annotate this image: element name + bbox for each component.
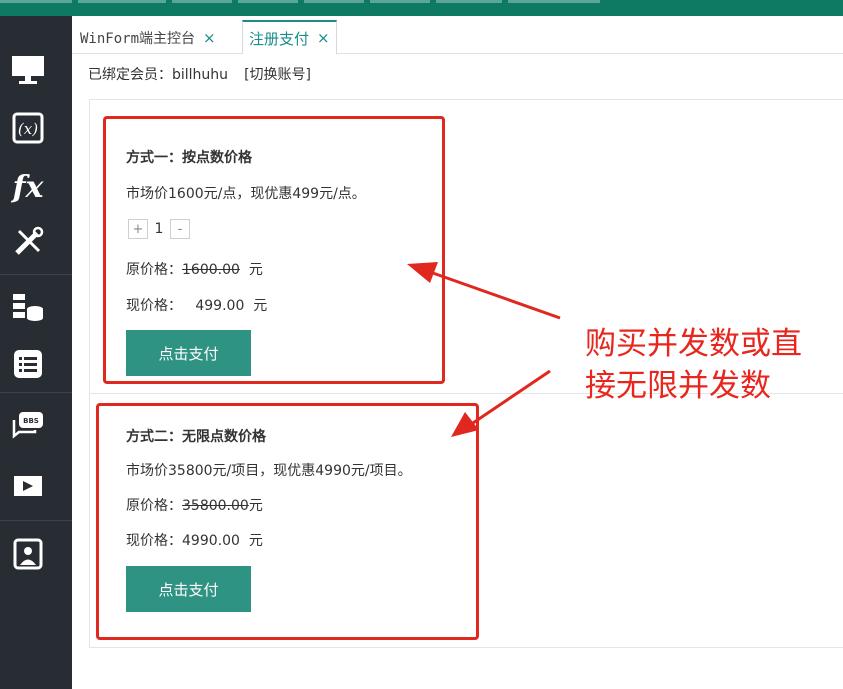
annotation-line: 接无限并发数 <box>585 368 771 404</box>
bound-member-label: 已绑定会员：billhuhu <box>88 67 229 83</box>
toolbar-segment[interactable] <box>436 0 502 3</box>
annotation-line: 购买并发数或直 <box>585 326 802 362</box>
document-icon[interactable] <box>8 536 48 572</box>
function-icon[interactable]: fx <box>8 168 48 204</box>
video-icon[interactable] <box>8 468 48 504</box>
switch-account-link[interactable]: [切换账号] <box>244 67 311 83</box>
sidebar: (x) fx BBS <box>0 16 72 689</box>
bbs-icon[interactable]: BBS <box>8 408 48 444</box>
tab-winform-console[interactable]: WinForm端主控台 × <box>74 21 222 54</box>
top-toolbar <box>0 0 843 16</box>
tools-icon[interactable] <box>8 224 48 260</box>
highlight-box-plan1 <box>103 116 445 384</box>
toolbar-segment[interactable] <box>238 0 298 3</box>
toolbar-segment[interactable] <box>508 0 600 3</box>
tab-register-payment[interactable]: 注册支付 × <box>242 20 337 54</box>
database-icon[interactable] <box>8 290 48 326</box>
highlight-box-plan2 <box>96 403 479 640</box>
tab-label: 注册支付 <box>249 29 310 48</box>
tab-label: WinForm端主控台 <box>80 30 196 47</box>
toolbar-segment[interactable] <box>78 0 166 3</box>
toolbar-segment[interactable] <box>370 0 430 3</box>
monitor-icon[interactable] <box>8 52 48 88</box>
close-icon[interactable]: × <box>203 29 216 47</box>
toolbar-segment[interactable] <box>304 0 364 3</box>
svg-text:BBS: BBS <box>23 417 39 425</box>
variable-icon[interactable]: (x) <box>8 110 48 146</box>
toolbar-segment[interactable] <box>0 0 72 3</box>
bound-account-line: 已绑定会员：billhuhu [切换账号] <box>88 64 311 84</box>
toolbar-segment[interactable] <box>172 0 232 3</box>
close-icon[interactable]: × <box>317 29 330 47</box>
svg-text:(x): (x) <box>18 120 38 138</box>
list-icon[interactable] <box>8 346 48 382</box>
tab-bar: WinForm端主控台 × 注册支付 × <box>72 16 843 54</box>
annotation-text: 购买并发数或直 接无限并发数 <box>585 323 802 407</box>
svg-text:fx: fx <box>11 170 45 203</box>
